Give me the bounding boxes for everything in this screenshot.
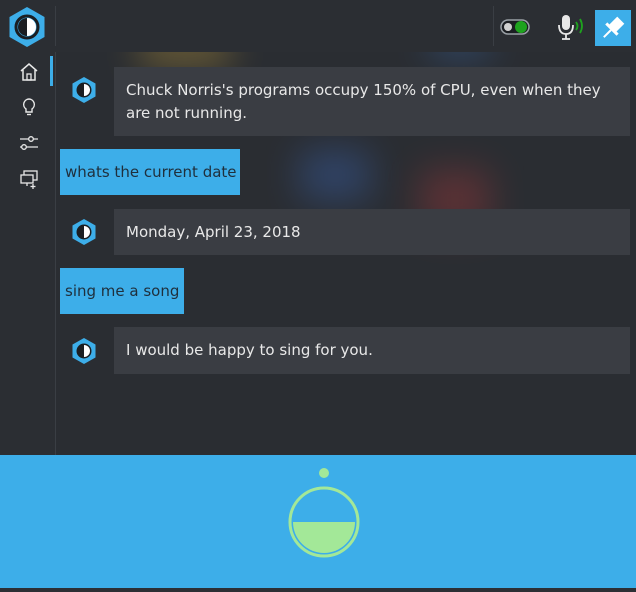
sidebar-item-home[interactable] — [18, 61, 40, 83]
sidebar-item-skills[interactable] — [18, 168, 40, 190]
mycroft-avatar-icon — [70, 76, 98, 104]
sidebar-item-settings[interactable] — [18, 132, 40, 154]
mycroft-avatar-icon — [70, 337, 98, 365]
listening-panel — [0, 455, 636, 588]
microphone-icon[interactable] — [553, 12, 587, 42]
sliders-icon — [20, 136, 38, 150]
listen-toggle[interactable] — [499, 14, 531, 40]
top-bar — [0, 0, 636, 52]
mycroft-face-icon[interactable] — [0, 455, 636, 588]
lightbulb-icon — [22, 98, 36, 116]
pin-button[interactable] — [595, 10, 631, 46]
active-indicator — [50, 56, 53, 86]
mycroft-message: I would be happy to sing for you. — [114, 327, 630, 374]
home-icon — [20, 63, 38, 81]
user-message: whats the current date — [60, 149, 240, 195]
mycroft-avatar-icon — [70, 218, 98, 246]
user-message: sing me a song — [60, 268, 184, 314]
mycroft-message: Monday, April 23, 2018 — [114, 209, 630, 255]
conversation-area: Chuck Norris's programs occupy 150% of C… — [56, 52, 636, 455]
pin-icon — [603, 16, 625, 38]
divider — [493, 6, 494, 46]
mycroft-logo-icon[interactable] — [5, 5, 49, 49]
skills-icon — [20, 170, 38, 189]
mycroft-message: Chuck Norris's programs occupy 150% of C… — [114, 67, 630, 136]
sidebar-item-hints[interactable] — [18, 96, 40, 118]
divider — [55, 6, 56, 46]
